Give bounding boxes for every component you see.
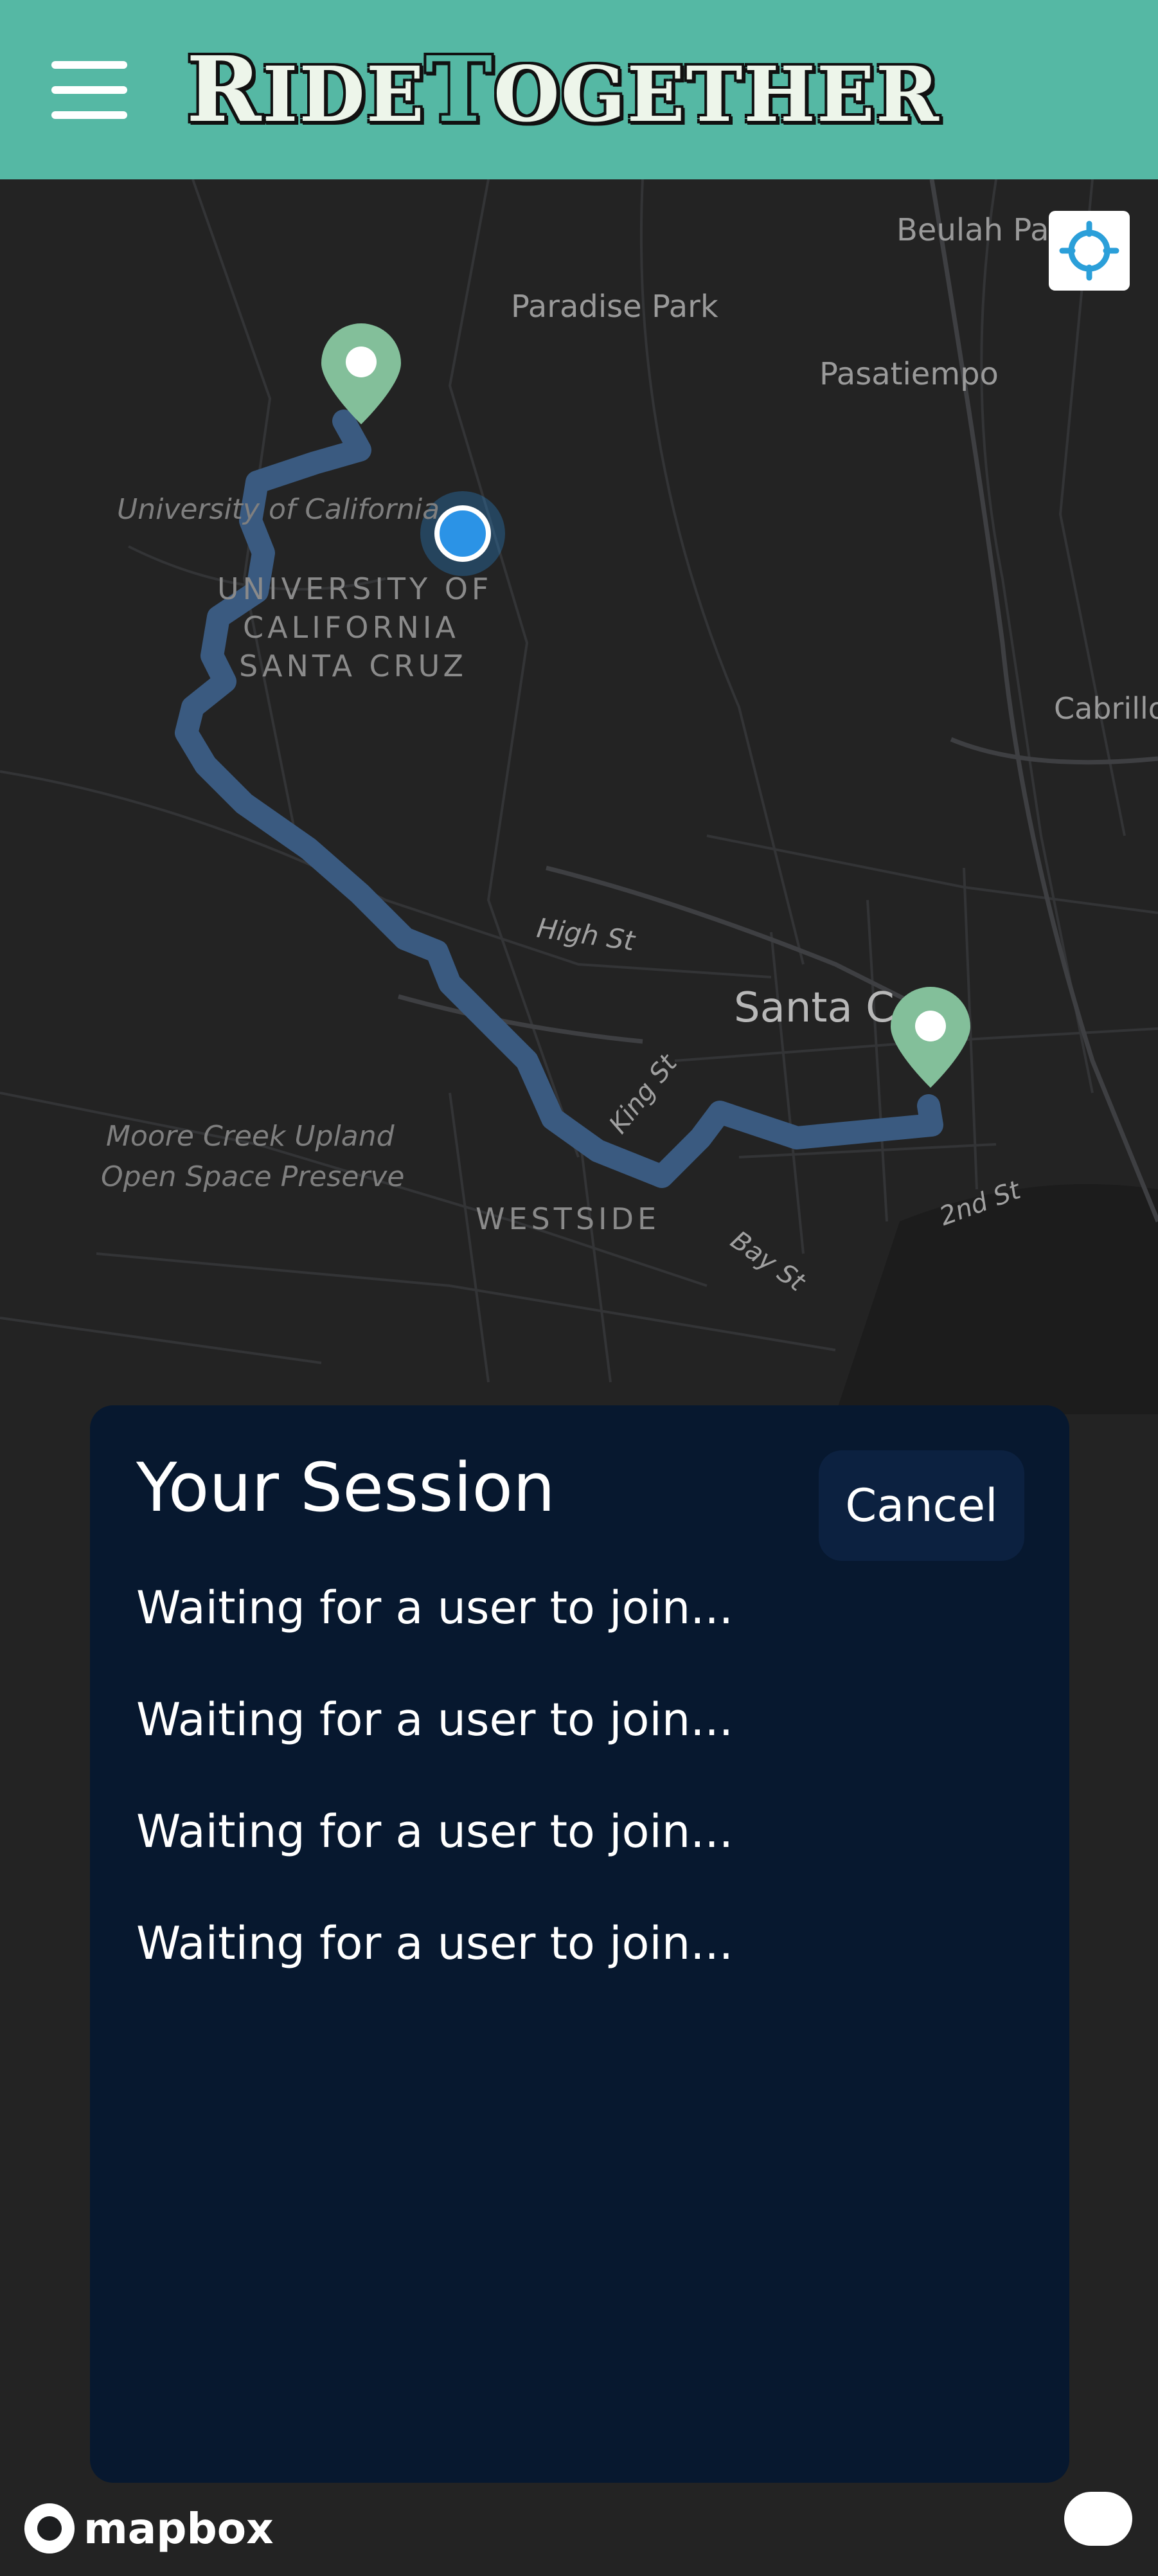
map-label-campus-line3: SANTA CRUZ — [239, 649, 468, 683]
map-label-campus-line2: CALIFORNIA — [243, 610, 459, 645]
map-label-cabrillo: Cabrillo — [1054, 691, 1158, 726]
hamburger-menu-icon[interactable] — [51, 61, 127, 119]
cancel-button[interactable]: Cancel — [819, 1450, 1024, 1561]
locate-me-button[interactable] — [1049, 211, 1130, 291]
waiting-slot-4: Waiting for a user to join... — [136, 1917, 733, 1970]
waiting-slot-2: Waiting for a user to join... — [136, 1693, 733, 1746]
map-label-paradise-park: Paradise Park — [511, 289, 718, 325]
app-header: RIDETOGETHER — [0, 0, 1158, 179]
app-logo: RIDETOGETHER — [186, 37, 940, 143]
crosshair-icon — [1059, 221, 1119, 281]
map-label-pasatiempo: Pasatiempo — [819, 356, 999, 392]
mapbox-logo[interactable]: mapbox — [24, 2499, 274, 2557]
mapbox-logo-icon — [24, 2503, 75, 2553]
map-label-moore-creek-line1: Moore Creek Upland — [106, 1120, 395, 1153]
mapbox-logo-label: mapbox — [84, 2503, 274, 2553]
map-label-moore-creek-line2: Open Space Preserve — [101, 1160, 405, 1193]
session-panel: Your Session Cancel Waiting for a user t… — [90, 1405, 1069, 2483]
map-label-university-poi: University of California — [117, 493, 440, 526]
map-label-westside: WESTSIDE — [476, 1202, 661, 1236]
waiting-slot-3: Waiting for a user to join... — [136, 1805, 733, 1858]
attribution-toggle-button[interactable] — [1064, 2492, 1132, 2546]
map-label-santa-cruz: Santa C — [734, 984, 895, 1032]
map-label-beulah-park: Beulah Pa — [896, 212, 1049, 248]
map-label-campus-line1: UNIVERSITY OF — [217, 572, 493, 606]
session-title: Your Session — [136, 1448, 555, 1527]
waiting-slot-1: Waiting for a user to join... — [136, 1581, 733, 1634]
